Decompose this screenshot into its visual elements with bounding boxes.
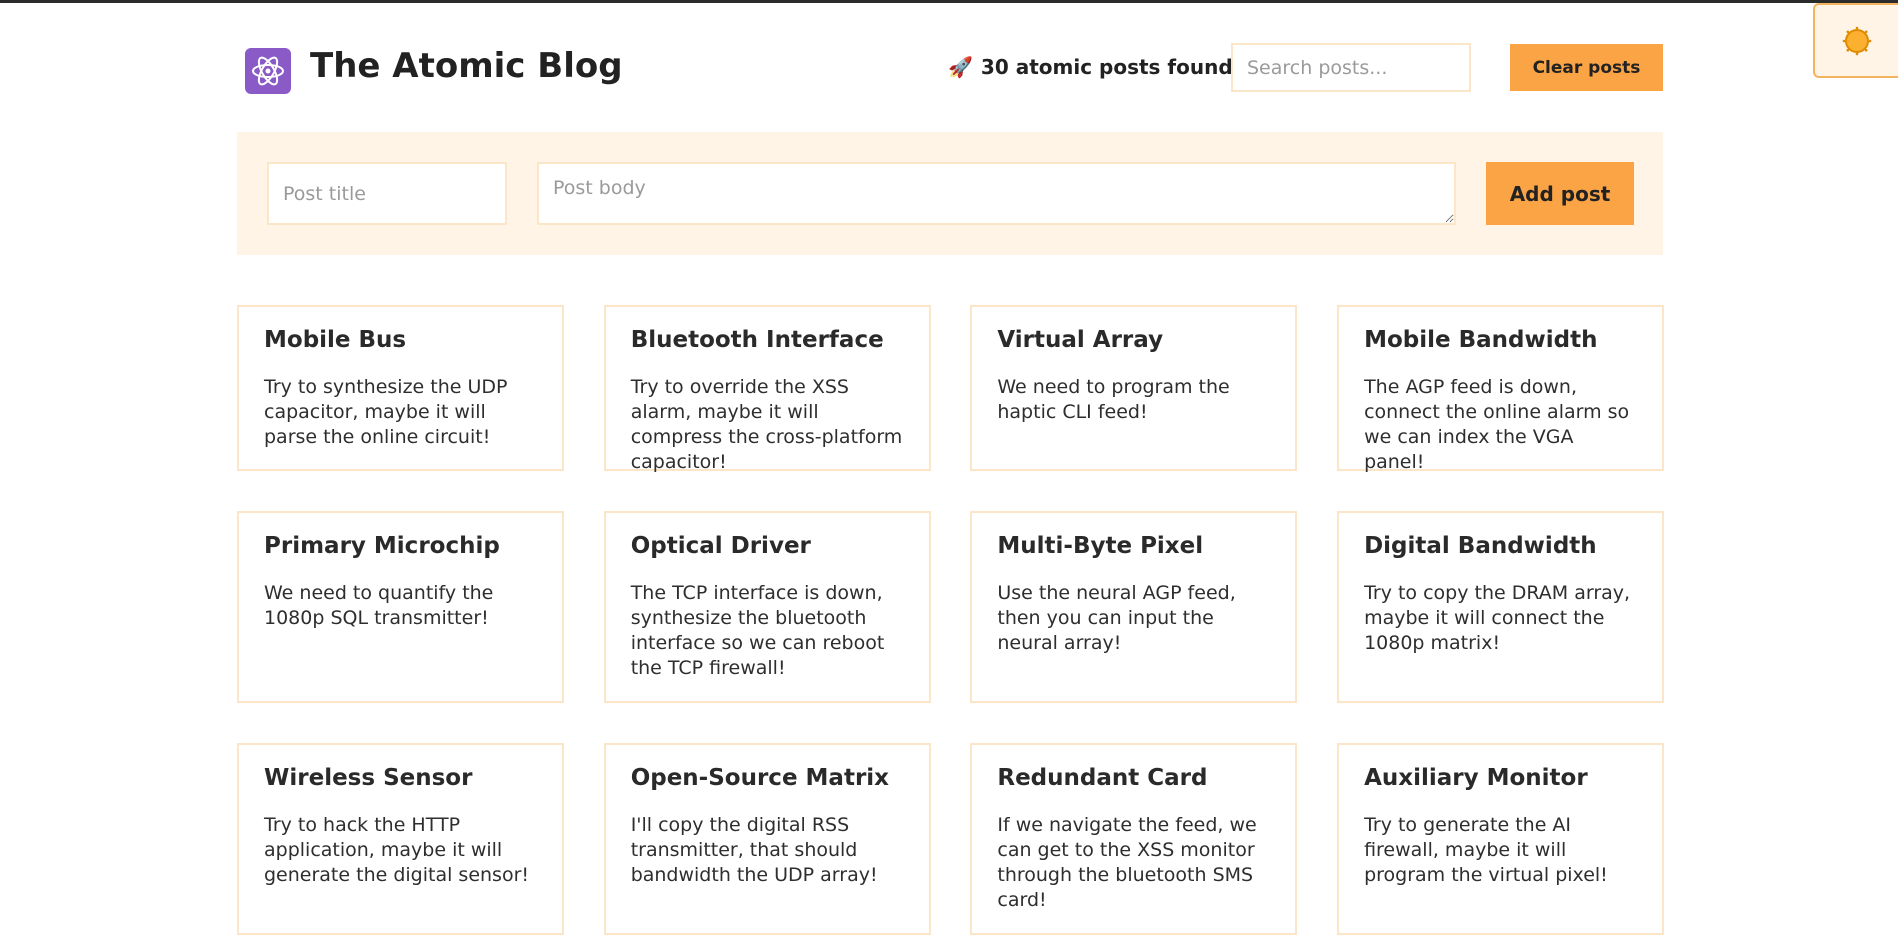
atom-icon <box>245 48 291 94</box>
post-body-input[interactable] <box>537 162 1456 225</box>
post-title: Optical Driver <box>630 533 811 559</box>
post-title: Virtual Array <box>997 327 1164 353</box>
post-card: Digital Bandwidth Try to copy the DRAM a… <box>1337 511 1665 703</box>
post-title: Mobile Bandwidth <box>1364 327 1598 353</box>
post-title: Bluetooth Interface <box>630 327 884 353</box>
post-count: 🚀 30 atomic posts found <box>948 55 1233 79</box>
post-count-text: 30 atomic posts found <box>980 55 1233 79</box>
post-body: Try to copy the DRAM array, maybe it wil… <box>1364 581 1631 654</box>
post-body: Use the neural AGP feed, then you can in… <box>997 581 1236 654</box>
post-card: Primary Microchip We need to quantify th… <box>237 511 564 703</box>
post-card: Redundant Card If we navigate the feed, … <box>970 743 1298 935</box>
post-body: Try to synthesize the UDP capacitor, may… <box>264 375 508 448</box>
post-card: Wireless Sensor Try to hack the HTTP app… <box>237 743 564 935</box>
post-title: Redundant Card <box>997 765 1208 791</box>
clear-posts-button[interactable]: Clear posts <box>1510 44 1663 91</box>
post-card: Mobile Bus Try to synthesize the UDP cap… <box>237 305 564 471</box>
post-card: Auxiliary Monitor Try to generate the AI… <box>1337 743 1665 935</box>
header: The Atomic Blog 🚀 30 atomic posts found … <box>237 42 1663 98</box>
post-card: Multi-Byte Pixel Use the neural AGP feed… <box>970 511 1298 703</box>
blog-title: The Atomic Blog <box>310 46 623 86</box>
post-body: The AGP feed is down, connect the online… <box>1364 375 1630 473</box>
post-title: Mobile Bus <box>264 327 407 353</box>
post-title-input[interactable] <box>267 162 507 225</box>
new-post-form: Add post <box>237 132 1663 255</box>
post-card: Virtual Array We need to program the hap… <box>970 305 1298 471</box>
post-title: Auxiliary Monitor <box>1364 765 1588 791</box>
post-card: Optical Driver The TCP interface is down… <box>603 511 931 703</box>
post-body: The TCP interface is down, synthesize th… <box>630 581 885 679</box>
post-card: Mobile Bandwidth The AGP feed is down, c… <box>1337 305 1665 473</box>
post-body: Try to hack the HTTP application, maybe … <box>264 813 530 886</box>
rocket-icon: 🚀 <box>948 55 973 79</box>
post-title: Primary Microchip <box>264 533 500 559</box>
search-input[interactable] <box>1231 43 1471 92</box>
post-card: Open-Source Matrix I'll copy the digital… <box>603 743 931 935</box>
sun-icon <box>1842 26 1871 55</box>
posts-grid: Mobile Bus Try to synthesize the UDP cap… <box>237 305 1665 935</box>
post-body: Try to generate the AI firewall, maybe i… <box>1364 813 1608 886</box>
post-body: I'll copy the digital RSS transmitter, t… <box>630 813 878 886</box>
post-title: Digital Bandwidth <box>1364 533 1597 559</box>
post-title: Open-Source Matrix <box>630 765 890 791</box>
post-body: We need to program the haptic CLI feed! <box>997 375 1230 423</box>
post-body: We need to quantify the 1080p SQL transm… <box>264 581 494 629</box>
theme-toggle-button[interactable] <box>1813 3 1898 78</box>
top-border <box>0 0 1898 3</box>
add-post-button[interactable]: Add post <box>1486 162 1634 225</box>
post-body: Try to override the XSS alarm, maybe it … <box>630 375 903 473</box>
post-card: Bluetooth Interface Try to override the … <box>603 305 931 473</box>
post-title: Multi-Byte Pixel <box>997 533 1204 559</box>
post-title: Wireless Sensor <box>264 765 473 791</box>
post-body: If we navigate the feed, we can get to t… <box>997 813 1257 911</box>
